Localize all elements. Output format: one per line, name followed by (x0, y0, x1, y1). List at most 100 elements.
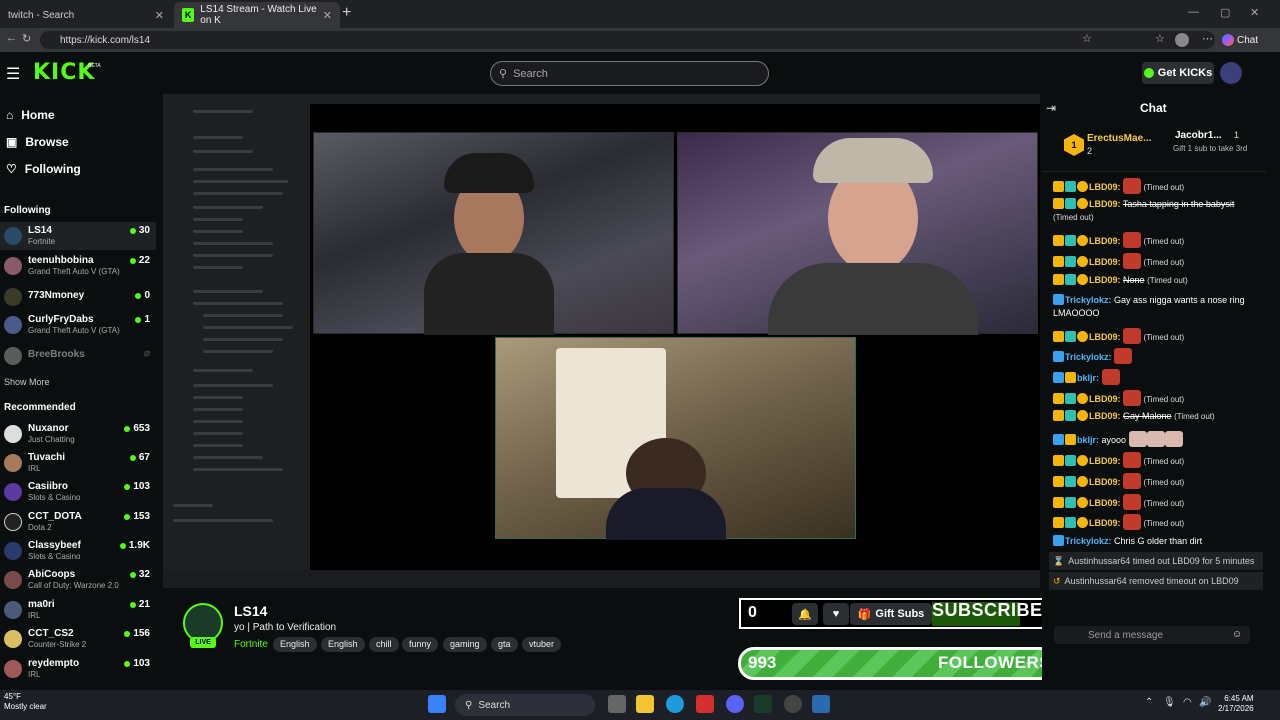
follow-heart-button[interactable]: ♥ (823, 603, 849, 625)
tag-english[interactable]: English (321, 637, 365, 652)
get-kicks-button[interactable]: Get KICKs (1142, 62, 1214, 84)
sidebar-channel-cct-dota[interactable]: CCT_DOTA Dota 2 153 (0, 508, 156, 536)
copilot-chat-button[interactable]: Chat (1222, 31, 1266, 49)
live-dot-icon (135, 292, 142, 299)
system-clock[interactable]: 6:45 AM 2/17/2026 (1218, 694, 1254, 714)
discord-icon[interactable] (726, 695, 744, 713)
tag-gta[interactable]: gta (491, 637, 518, 652)
volume-icon[interactable]: 🔊 (1199, 697, 1211, 708)
tab-kick-stream[interactable]: K LS14 Stream - Watch Live on K ✕ (174, 2, 340, 28)
collections-icon[interactable]: ☆ (1155, 32, 1165, 45)
notification-bell-button[interactable]: 🔔 (792, 603, 818, 625)
weather-widget[interactable]: 45°F Mostly clear (4, 692, 47, 712)
chat-username[interactable]: LBD09: (1089, 411, 1121, 421)
chat-username[interactable]: Trickylokz: (1065, 352, 1112, 362)
tag-vtuber[interactable]: vtuber (522, 637, 562, 652)
user-avatar[interactable] (1220, 62, 1242, 84)
tab-label: LS14 Stream - Watch Live on K (200, 4, 317, 26)
nav-following[interactable]: ♡ Following (6, 162, 81, 176)
chat-username[interactable]: LBD09: (1089, 456, 1121, 466)
chat-username[interactable]: LBD09: (1089, 182, 1121, 192)
chat-message: LBD09: Tasha tapping in the babysit (Tim… (1053, 198, 1258, 224)
maximize-icon[interactable]: ▢ (1220, 6, 1230, 19)
chat-username[interactable]: Trickylokz: (1065, 295, 1112, 305)
task-view-icon[interactable] (608, 695, 626, 713)
emote-picker-icon[interactable]: ☺ (1232, 629, 1242, 640)
chat-username[interactable]: LBD09: (1089, 199, 1121, 209)
tab-twitch-search[interactable]: twitch - Search ✕ (0, 2, 172, 28)
chat-username[interactable]: Trickylokz: (1065, 536, 1112, 546)
refresh-icon[interactable]: ↻ (22, 32, 31, 45)
menu-icon[interactable]: ☰ (6, 64, 20, 84)
sidebar-channel-ls14[interactable]: LS14 Fortnite 30 (0, 222, 156, 250)
wifi-icon[interactable]: ◠ (1183, 697, 1192, 708)
show-more-link[interactable]: Show More (4, 377, 50, 387)
chat-emote (1123, 390, 1142, 406)
sidebar-channel-breebrooks[interactable]: BreeBrooks ⌀ (0, 342, 156, 370)
channel-name-title[interactable]: LS14 (234, 603, 267, 619)
edge-icon[interactable] (666, 695, 684, 713)
sidebar-channel-tuvachi[interactable]: Tuvachi IRL 67 (0, 449, 156, 477)
favorite-star-icon[interactable]: ☆ (1082, 32, 1092, 45)
gift-hint: Gift 1 sub to take 3rd (1173, 144, 1248, 153)
nav-home[interactable]: ⌂ Home (6, 108, 55, 122)
file-explorer-icon[interactable] (636, 695, 654, 713)
app-icon[interactable] (696, 695, 714, 713)
chat-username[interactable]: bkljr: (1077, 435, 1099, 445)
search-input[interactable]: ⚲ Search (490, 61, 769, 86)
app-icon[interactable] (754, 695, 772, 713)
webcam-feed-2 (677, 132, 1038, 335)
url-field[interactable]: https://kick.com/ls14 (40, 31, 1215, 49)
chat-input[interactable]: Send a message (1054, 626, 1250, 644)
chat-username[interactable]: bkljr: (1077, 373, 1099, 383)
sidebar-channel-reydempto[interactable]: reydempto IRL 103 (0, 655, 156, 683)
bell-icon: 🔔 (798, 608, 812, 621)
close-tab-icon[interactable]: ✕ (323, 9, 332, 22)
app-icon[interactable] (812, 695, 830, 713)
avatar (4, 571, 22, 589)
sidebar-channel-teenuhbobina[interactable]: teenuhbobina Grand Theft Auto V (GTA) 22 (0, 252, 156, 280)
sidebar-channel-nuxanor[interactable]: Nuxanor Just Chatting 653 (0, 420, 156, 448)
microphone-icon[interactable]: 🎙 (1163, 697, 1176, 708)
start-icon[interactable] (428, 695, 446, 713)
chat-username[interactable]: LBD09: (1089, 257, 1121, 267)
chat-username[interactable]: LBD09: (1089, 275, 1121, 285)
tray-chevron-icon[interactable]: ⌃ (1145, 697, 1153, 708)
copilot-icon (1222, 34, 1234, 46)
tag-english[interactable]: English (273, 637, 317, 652)
live-badge: LIVE (190, 637, 216, 648)
nav-browse[interactable]: ▣ Browse (6, 135, 69, 149)
close-window-icon[interactable]: ✕ (1250, 6, 1259, 19)
gift-subs-button[interactable]: 🎁 Gift Subs (850, 603, 932, 625)
back-icon[interactable]: ← (6, 32, 17, 44)
chat-username[interactable]: LBD09: (1089, 394, 1121, 404)
taskbar-search[interactable]: ⚲ Search (455, 694, 595, 716)
chat-username[interactable]: LBD09: (1089, 518, 1121, 528)
sidebar-channel-classybeef[interactable]: Classybeef Slots & Casino 1.9K (0, 537, 156, 565)
minimize-icon[interactable]: — (1188, 6, 1199, 18)
chat-username[interactable]: LBD09: (1089, 236, 1121, 246)
sidebar-channel-casiibro[interactable]: Casiibro Slots & Casino 103 (0, 478, 156, 506)
chat-message: LBD09: Gay Malone (Timed out) (1053, 410, 1258, 423)
sidebar-channel-ma0ri[interactable]: ma0ri IRL 21 (0, 596, 156, 624)
tag-gaming[interactable]: gaming (443, 637, 487, 652)
collapse-chat-icon[interactable]: ⇥ (1046, 101, 1056, 115)
more-options-icon[interactable]: ⋯ (1202, 32, 1213, 45)
viewer-count-value: 156 (133, 628, 150, 639)
profile-icon[interactable] (1175, 33, 1189, 47)
kick-logo[interactable]: KICK (33, 60, 95, 85)
tag-chill[interactable]: chill (369, 637, 399, 652)
chat-username[interactable]: LBD09: (1089, 332, 1121, 342)
app-icon[interactable] (784, 695, 802, 713)
sidebar-channel-773nmoney[interactable]: 773Nmoney 0 (0, 283, 156, 311)
sidebar-channel-curlyfrydabs[interactable]: CurlyFryDabs Grand Theft Auto V (GTA) 1 (0, 311, 156, 339)
chat-username[interactable]: LBD09: (1089, 498, 1121, 508)
new-tab-icon[interactable]: + (342, 4, 351, 22)
tag-funny[interactable]: funny (402, 637, 439, 652)
stream-category[interactable]: Fortnite (234, 639, 268, 650)
close-tab-icon[interactable]: ✕ (155, 9, 164, 22)
sidebar-channel-abicoops[interactable]: AbiCoops Call of Duty: Warzone 2.0 32 (0, 566, 156, 594)
timeout-icon: ⌛ (1053, 555, 1065, 566)
chat-username[interactable]: LBD09: (1089, 477, 1121, 487)
sidebar-channel-cct-cs2[interactable]: CCT_CS2 Counter-Strike 2 156 (0, 625, 156, 653)
